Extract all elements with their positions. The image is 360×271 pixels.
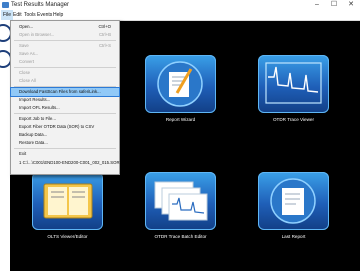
menu-item-label: Import Results... [19, 97, 51, 102]
otdr-trace-icon [258, 55, 329, 113]
tile-label: OTDR Trace Batch Editor [154, 234, 207, 239]
tile-label: OLTS Viewer/Editor [47, 234, 88, 239]
menu-item-recent-file[interactable]: 1 C:\...\C001\END100-END200-C001_002_015… [11, 159, 120, 167]
close-button[interactable]: ✕ [344, 0, 358, 10]
menu-item-export-otdr-csv[interactable]: Export Fiber OTDR Data (SOR) to CSV [11, 123, 119, 131]
tile-label: Last Report [281, 234, 306, 239]
menu-separator [14, 40, 116, 41]
menu-separator [14, 67, 116, 68]
menu-item-label: Open in Browser... [19, 32, 55, 37]
file-menu-dropdown: Open... Ctrl+O Open in Browser... Ctrl+B… [10, 20, 120, 175]
menu-item-open-in-browser[interactable]: Open in Browser... Ctrl+B [11, 31, 119, 39]
menu-help[interactable]: Help [51, 10, 65, 20]
maximize-button[interactable]: ☐ [327, 0, 341, 10]
tile-label: Report Wizard [165, 117, 196, 122]
menu-item-label: Save [19, 43, 29, 48]
menu-item-convert[interactable]: Convert [11, 58, 119, 66]
menu-item-label: Close All [19, 78, 36, 83]
menu-item-close-all[interactable]: Close All [11, 77, 119, 85]
menu-item-shortcut: Ctrl+O [98, 24, 111, 29]
menu-item-shortcut: Ctrl+B [98, 32, 111, 37]
menu-item-open[interactable]: Open... Ctrl+O [11, 23, 119, 31]
menu-item-backup-data[interactable]: Backup Data... [11, 131, 119, 139]
menu-item-label: Download FastScan Files from saferiLink.… [19, 89, 101, 94]
menu-item-restore-data[interactable]: Restore Data... [11, 139, 119, 147]
menu-item-label: Backup Data... [19, 132, 48, 137]
report-wizard-icon [145, 55, 216, 113]
menu-item-import-results[interactable]: Import Results... [11, 96, 119, 104]
menu-item-label: Import OFL Results... [19, 105, 60, 110]
left-edge-decoration [0, 20, 12, 271]
window-title: Test Results Manager [11, 2, 70, 8]
menu-item-label: Save As... [19, 51, 39, 56]
menu-item-import-ofl-results[interactable]: Import OFL Results... [11, 104, 119, 112]
menu-item-save[interactable]: Save Ctrl+S [11, 42, 119, 50]
menu-item-save-as[interactable]: Save As... [11, 50, 119, 58]
menu-item-close[interactable]: Close [11, 69, 119, 77]
menu-item-download-fastscan[interactable]: Download FastScan Files from saferiLink.… [10, 87, 120, 97]
menu-separator [14, 86, 116, 87]
menu-item-label: Close [19, 70, 30, 75]
menu-separator [14, 113, 116, 114]
minimize-button[interactable]: – [310, 0, 324, 10]
menu-item-label: Open... [19, 24, 34, 29]
app-icon [2, 2, 9, 8]
menu-item-export-job[interactable]: Export Job to File... [11, 115, 119, 123]
menu-item-exit[interactable]: Exit [11, 150, 119, 158]
olts-book-icon [32, 172, 103, 230]
batch-editor-icon [145, 172, 216, 230]
menu-item-label: Export Job to File... [19, 116, 57, 121]
title-bar: Test Results Manager – ☐ ✕ [0, 0, 360, 10]
menu-item-label: Restore Data... [19, 140, 48, 145]
menu-item-label: Convert [19, 59, 35, 64]
menu-separator [14, 148, 116, 149]
last-report-icon [258, 172, 329, 230]
menu-item-label: 1 C:\...\C001\END100-END200-C001_002_015… [19, 160, 120, 165]
menu-item-label: Exit [19, 151, 27, 156]
menu-item-label: Export Fiber OTDR Data (SOR) to CSV [19, 124, 95, 129]
menu-item-shortcut: Ctrl+S [98, 43, 111, 48]
tile-label: OTDR Trace Viewer [272, 117, 314, 122]
